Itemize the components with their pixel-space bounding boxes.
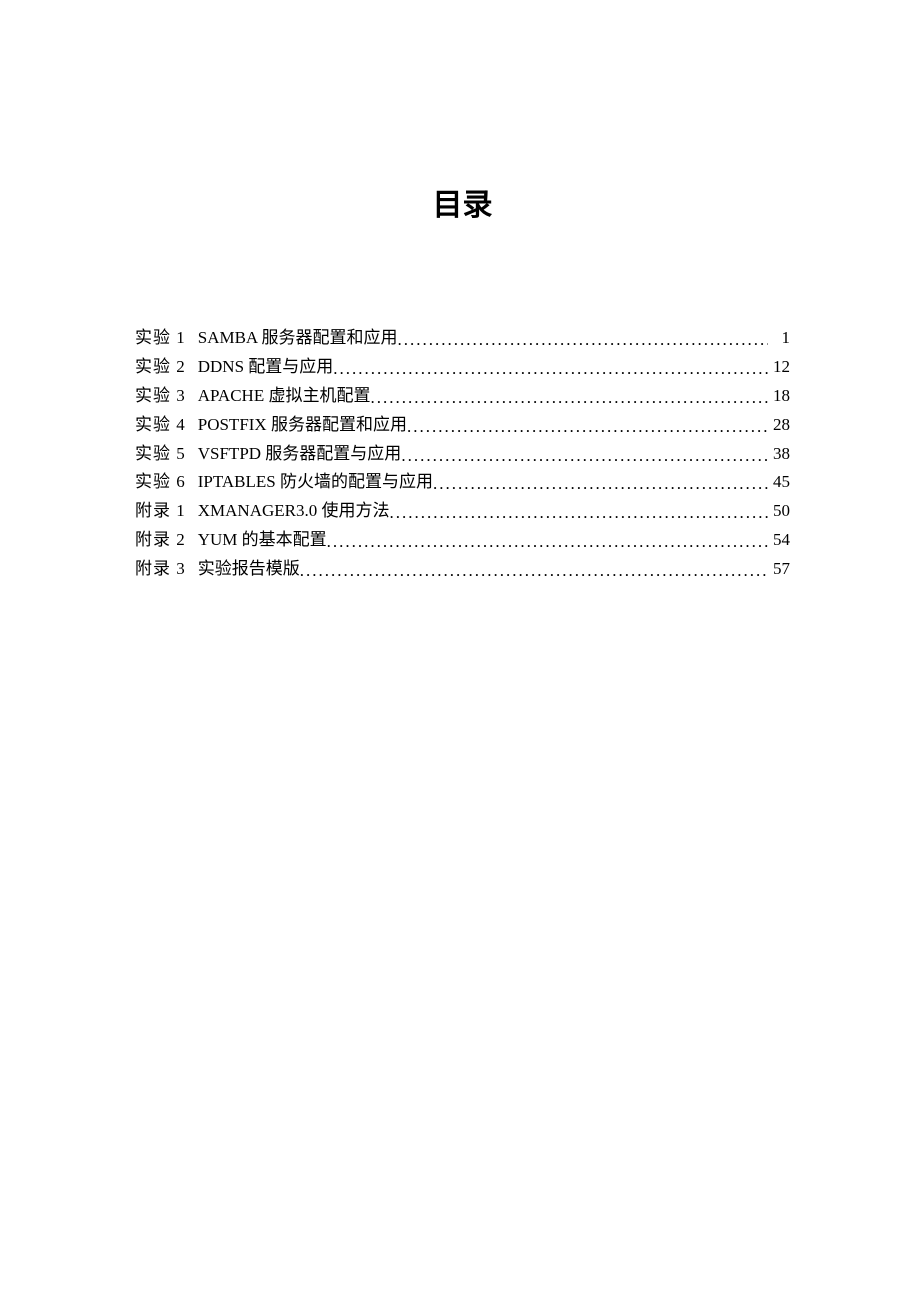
- toc-entry-page: 45: [768, 468, 790, 497]
- toc-entry-dots: [370, 384, 768, 413]
- toc-entry-label: 实验 4: [135, 411, 186, 440]
- toc-entry-dots: [389, 499, 768, 528]
- toc-entry-page: 1: [768, 324, 790, 353]
- document-page: 目录 实验 1 SAMBA 服务器配置和应用 1 实验 2 DDNS 配置与应用…: [0, 0, 920, 584]
- toc-entry-page: 57: [768, 555, 790, 584]
- toc-entry-dots: [300, 557, 768, 586]
- toc-entry: 实验 2 DDNS 配置与应用 12: [135, 353, 790, 382]
- toc-entry-dots: [401, 442, 768, 471]
- toc-entry-text: YUM 的基本配置: [198, 526, 327, 555]
- toc-entry-text: APACHE 虚拟主机配置: [198, 382, 371, 411]
- toc-entry-text: IPTABLES 防火墙的配置与应用: [198, 468, 433, 497]
- toc-entry-text: VSFTPD 服务器配置与应用: [198, 440, 402, 469]
- toc-entry: 实验 6 IPTABLES 防火墙的配置与应用 45: [135, 468, 790, 497]
- toc-entry-page: 18: [768, 382, 790, 411]
- toc-entry-text: XMANAGER3.0 使用方法: [198, 497, 390, 526]
- toc-entry: 实验 1 SAMBA 服务器配置和应用 1: [135, 324, 790, 353]
- toc-entry-dots: [398, 326, 768, 355]
- toc-entry-dots: [333, 355, 768, 384]
- toc-entry-text: SAMBA 服务器配置和应用: [198, 324, 398, 353]
- toc-entry-dots: [407, 413, 768, 442]
- toc-title: 目录: [135, 180, 790, 224]
- toc-entry-label: 实验 1: [135, 324, 186, 353]
- toc-entry-label: 附录 1: [135, 497, 186, 526]
- toc-entry: 附录 2 YUM 的基本配置 54: [135, 526, 790, 555]
- toc-entry: 实验 3 APACHE 虚拟主机配置 18: [135, 382, 790, 411]
- toc-entry-label: 实验 2: [135, 353, 186, 382]
- toc-entry-page: 54: [768, 526, 790, 555]
- toc-entry-label: 附录 3: [135, 555, 186, 584]
- toc-entry: 实验 4 POSTFIX 服务器配置和应用 28: [135, 411, 790, 440]
- toc-entry-page: 38: [768, 440, 790, 469]
- toc-entry-text: DDNS 配置与应用: [198, 353, 334, 382]
- toc-entry-page: 50: [768, 497, 790, 526]
- toc-entry-label: 实验 5: [135, 440, 186, 469]
- toc-entry-page: 28: [768, 411, 790, 440]
- toc-entry: 附录 3 实验报告模版 57: [135, 555, 790, 584]
- toc-entry-page: 12: [768, 353, 790, 382]
- toc-entry-label: 附录 2: [135, 526, 186, 555]
- toc-entry-label: 实验 3: [135, 382, 186, 411]
- table-of-contents: 实验 1 SAMBA 服务器配置和应用 1 实验 2 DDNS 配置与应用 12…: [135, 324, 790, 584]
- toc-entry-text: 实验报告模版: [198, 555, 300, 584]
- toc-entry-dots: [327, 528, 768, 557]
- toc-entry: 附录 1 XMANAGER3.0 使用方法 50: [135, 497, 790, 526]
- toc-entry-text: POSTFIX 服务器配置和应用: [198, 411, 407, 440]
- toc-entry: 实验 5 VSFTPD 服务器配置与应用 38: [135, 440, 790, 469]
- toc-entry-label: 实验 6: [135, 468, 186, 497]
- toc-entry-dots: [433, 470, 768, 499]
